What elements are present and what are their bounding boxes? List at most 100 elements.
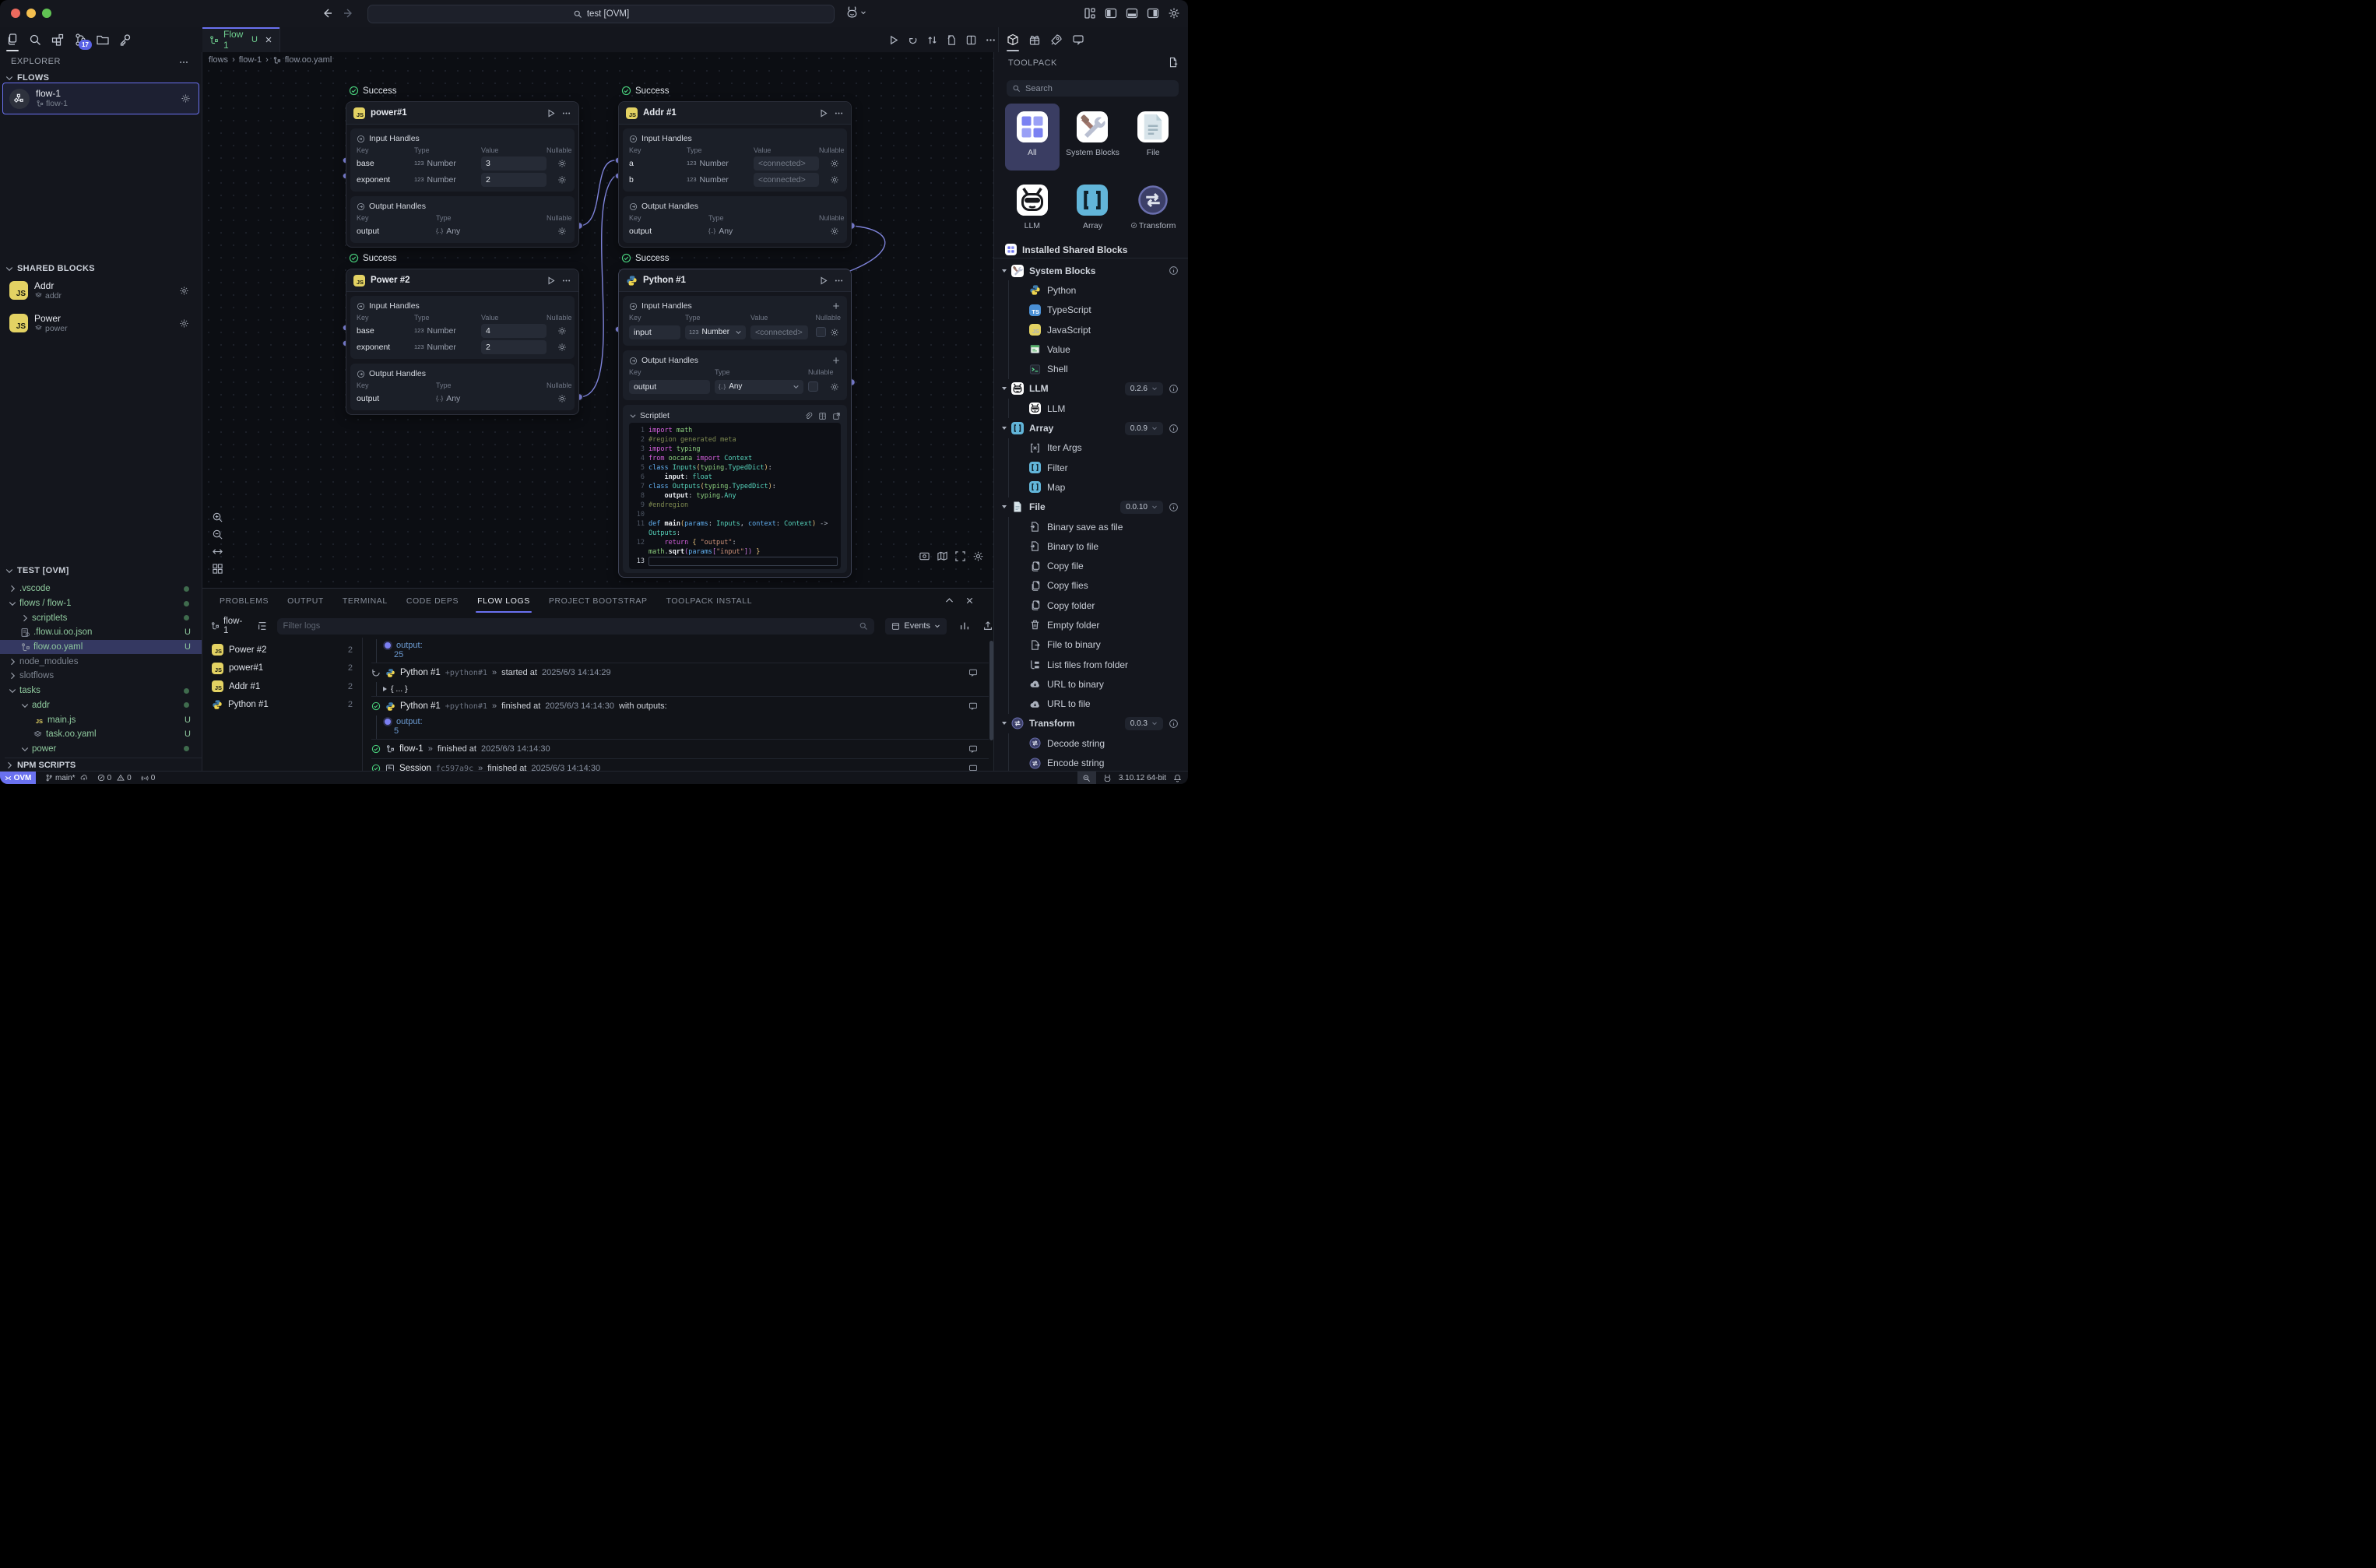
version-dropdown[interactable]: 0.0.10: [1120, 501, 1163, 514]
info-icon[interactable]: [1169, 424, 1179, 434]
comment-icon[interactable]: [968, 668, 978, 677]
block-item-value[interactable]: Value: [994, 339, 1188, 359]
git-branch-status[interactable]: main*: [45, 774, 88, 782]
handle-value-input[interactable]: <connected>: [754, 156, 819, 171]
toggle-left-panel-icon[interactable]: [1105, 7, 1117, 19]
rerun-icon[interactable]: [907, 34, 919, 46]
handle-settings-icon[interactable]: [830, 175, 839, 185]
notifications-bell-icon[interactable]: [1173, 774, 1182, 782]
new-block-icon[interactable]: [1168, 57, 1179, 68]
block-section-file[interactable]: File0.0.10: [994, 497, 1188, 517]
node-run-icon[interactable]: [546, 108, 556, 118]
activity-folder-icon[interactable]: [96, 33, 110, 47]
handle-value-input[interactable]: 4: [481, 324, 547, 338]
handle-key-input[interactable]: input: [629, 325, 680, 339]
log-stats-icon[interactable]: [959, 621, 970, 631]
node-run-icon[interactable]: [818, 276, 828, 286]
comment-icon[interactable]: [968, 744, 978, 754]
toolpack-search-input[interactable]: Search: [1007, 80, 1179, 97]
block-item-copy-flies[interactable]: Copy flies: [994, 576, 1188, 596]
filter-logs-input[interactable]: Filter logs: [277, 618, 875, 635]
block-item-binary-save-as-file[interactable]: Binary save as file: [994, 517, 1188, 536]
handle-key-input[interactable]: output: [629, 380, 710, 394]
breadcrumb-file[interactable]: flow.oo.yaml: [285, 55, 332, 65]
toolpack-category-llm[interactable]: LLM: [1005, 177, 1060, 244]
tree-item-power[interactable]: power: [0, 742, 202, 757]
forward-icon[interactable]: [343, 7, 355, 19]
handle-settings-icon[interactable]: [557, 159, 567, 168]
shared-block-settings-icon[interactable]: [179, 318, 189, 329]
events-dropdown[interactable]: Events: [885, 618, 947, 635]
handle-settings-icon[interactable]: [557, 394, 567, 403]
shared-blocks-section-header[interactable]: SHARED BLOCKS: [5, 264, 95, 273]
handle-value-input[interactable]: <connected>: [750, 325, 808, 339]
tree-item--flow-ui-oo-json[interactable]: .flow.ui.oo.jsonU: [0, 625, 202, 640]
block-item-filter[interactable]: Filter: [994, 458, 1188, 477]
handle-settings-icon[interactable]: [557, 343, 567, 352]
screenshot-icon[interactable]: [919, 550, 930, 562]
toggle-bottom-panel-icon[interactable]: [1126, 7, 1138, 19]
node-more-icon[interactable]: [561, 276, 571, 286]
node-more-icon[interactable]: [834, 108, 844, 118]
block-item-copy-file[interactable]: Copy file: [994, 556, 1188, 575]
node-more-icon[interactable]: [834, 276, 844, 286]
breadcrumb-flows[interactable]: flows: [209, 55, 228, 65]
breadcrumb-flow-1[interactable]: flow-1: [239, 55, 262, 65]
tree-item-scriptlets[interactable]: scriptlets: [0, 610, 202, 625]
tree-item-main-js[interactable]: JSmain.jsU: [0, 712, 202, 727]
toggle-right-panel-icon[interactable]: [1147, 7, 1159, 19]
tree-item-flow-oo-yaml[interactable]: flow.oo.yamlU: [0, 640, 202, 655]
settings-gear-icon[interactable]: [1168, 7, 1180, 19]
chat-icon[interactable]: [1072, 33, 1084, 46]
status-zoom-button[interactable]: [1077, 772, 1096, 784]
comment-icon[interactable]: [968, 701, 978, 711]
flows-section-header[interactable]: FLOWS: [5, 73, 49, 83]
tree-item-slotflows[interactable]: slotflows: [0, 669, 202, 684]
problems-status[interactable]: 0 0: [97, 774, 132, 782]
log-flow-selector[interactable]: flow-1: [210, 617, 248, 635]
handle-settings-icon[interactable]: [830, 382, 839, 392]
node-more-icon[interactable]: [561, 108, 571, 118]
handle-settings-icon[interactable]: [557, 227, 567, 236]
tree-item-task-oo-yaml[interactable]: task.oo.yamlU: [0, 727, 202, 742]
block-item-encode-string[interactable]: Encode string: [994, 753, 1188, 772]
log-event-row[interactable]: Sessionfc597a9c»finished at2025/6/3 14:1…: [371, 758, 989, 772]
shared-block-item-addr[interactable]: JSAddraddr: [5, 276, 197, 304]
handle-value-input[interactable]: 3: [481, 156, 547, 171]
fullscreen-icon[interactable]: [954, 550, 966, 562]
panel-collapse-icon[interactable]: [944, 596, 954, 606]
block-item-url-to-binary[interactable]: URL to binary: [994, 674, 1188, 694]
activity-explorer-icon[interactable]: [5, 33, 19, 47]
zoom-out-icon[interactable]: [212, 529, 223, 540]
zoom-window-button[interactable]: [42, 9, 51, 18]
log-event-row[interactable]: flow-1»finished at2025/6/3 14:14:30: [371, 739, 989, 758]
handle-value-input[interactable]: <connected>: [754, 173, 819, 187]
flow-node-addr1[interactable]: JSAddr #1Input HandlesKeyTypeValueNullab…: [618, 101, 852, 248]
ports-status[interactable]: 0: [141, 774, 156, 782]
gift-icon[interactable]: [1028, 33, 1041, 46]
ovm-status-button[interactable]: OVM: [0, 772, 36, 784]
flow-node-python1[interactable]: Python #1Input HandlesKeyTypeValueNullab…: [618, 269, 852, 578]
log-expand-row[interactable]: { ... }: [376, 682, 989, 696]
flow-node-power1[interactable]: JSpower#1Input HandlesKeyTypeValueNullab…: [346, 101, 579, 248]
handle-settings-icon[interactable]: [830, 159, 839, 168]
list-tree-icon[interactable]: [257, 621, 268, 631]
shared-block-settings-icon[interactable]: [179, 286, 189, 296]
block-item-empty-folder[interactable]: Empty folder: [994, 615, 1188, 635]
log-node-addr-1[interactable]: JSAddr #12: [202, 677, 362, 696]
workspace-section-header[interactable]: TEST [OVM]: [5, 566, 69, 575]
layout-auto-icon[interactable]: [212, 563, 223, 575]
panel-close-icon[interactable]: [965, 596, 975, 606]
add-handle-icon[interactable]: [831, 356, 841, 365]
panel-tab-problems[interactable]: PROBLEMS: [220, 596, 269, 606]
open-editor-icon[interactable]: [832, 412, 841, 420]
workspace-search[interactable]: test [OVM]: [367, 5, 835, 23]
minimize-window-button[interactable]: [26, 9, 36, 18]
block-item-binary-to-file[interactable]: Binary to file: [994, 536, 1188, 556]
explorer-more-icon[interactable]: [178, 57, 189, 68]
log-event-row[interactable]: Python #1+python#1»started at2025/6/3 14…: [371, 663, 989, 682]
add-handle-icon[interactable]: [831, 301, 841, 311]
export-file-icon[interactable]: [946, 34, 958, 46]
block-item-map[interactable]: Map: [994, 477, 1188, 497]
assistant-menu[interactable]: [845, 5, 866, 19]
